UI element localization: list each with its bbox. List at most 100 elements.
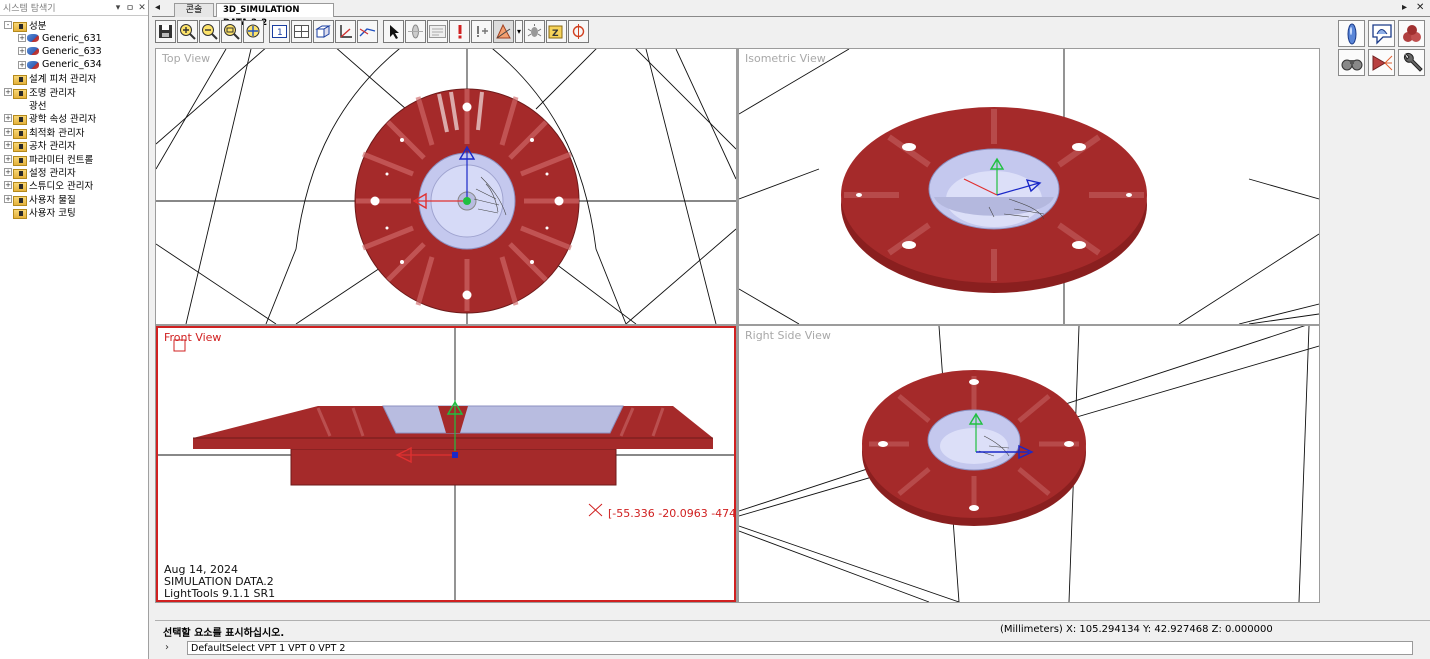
tree-item[interactable]: + 조명 관리자 <box>0 85 148 99</box>
front-view-label: Front View <box>164 331 222 344</box>
folder-icon <box>13 20 27 32</box>
expand-icon[interactable]: + <box>4 167 12 176</box>
surface-tool-icon[interactable] <box>1368 20 1395 47</box>
tree-item[interactable]: + Generic_631 <box>0 31 148 44</box>
explorer-titlebar: 시스템 탐색기 ▾ ㅁ ✕ <box>0 0 148 16</box>
tree-item-label: Generic_634 <box>42 59 102 71</box>
isometric-view-viewport[interactable]: Isometric View <box>739 49 1319 324</box>
tab-scroll-left-icon[interactable]: ◂ <box>155 2 160 13</box>
folder-icon <box>13 194 27 206</box>
error-icon[interactable] <box>449 20 470 43</box>
part-icon <box>27 34 39 43</box>
expand-icon[interactable]: + <box>18 60 26 69</box>
expand-icon[interactable]: + <box>4 114 12 123</box>
tree-item[interactable]: + Generic_633 <box>0 45 148 58</box>
zoom-window-icon[interactable] <box>221 20 242 43</box>
save-icon[interactable] <box>155 20 176 43</box>
tree-item-label: Generic_631 <box>42 32 102 44</box>
tree-item-label: 광선 <box>29 101 47 113</box>
folder-icon <box>13 167 27 179</box>
select-arrow-icon[interactable] <box>383 20 404 43</box>
tree-item-label: 사용자 물질 <box>29 194 76 206</box>
lens-icon[interactable] <box>405 20 426 43</box>
folder-icon <box>13 73 27 86</box>
float-icon[interactable]: ㅁ <box>124 1 136 14</box>
cube-view-icon[interactable] <box>313 20 334 43</box>
tree-item[interactable]: + 사용자 물질 <box>0 192 148 206</box>
tree-item-label: 공차 관리자 <box>29 141 76 153</box>
isometric-view-canvas <box>739 49 1319 324</box>
view-1-icon[interactable]: 1 <box>269 20 290 43</box>
viewport-area: Top View Isometric View Front View [-55.… <box>155 48 1320 603</box>
tab-scroll-right-icon[interactable]: ▸ <box>1402 2 1407 13</box>
isometric-view-label: Isometric View <box>745 52 826 65</box>
insert-icon[interactable] <box>471 20 492 43</box>
expand-icon[interactable]: + <box>4 127 12 136</box>
collapse-icon[interactable]: - <box>4 20 12 29</box>
solid-tool-icon[interactable] <box>1398 20 1425 47</box>
tree-item[interactable]: 광선 <box>0 98 148 113</box>
tree-item-label: 파라미터 컨트롤 <box>29 154 94 166</box>
expand-icon[interactable]: + <box>4 154 12 163</box>
ray-path-icon[interactable] <box>357 20 378 43</box>
tree-item-label: 설정 관리자 <box>29 168 76 179</box>
explorer-title: 시스템 탐색기 <box>3 4 56 14</box>
zoom-out-icon[interactable] <box>199 20 220 43</box>
right-side-view-canvas <box>739 326 1319 602</box>
expand-icon[interactable]: + <box>4 141 12 150</box>
tab-close-icon[interactable]: ✕ <box>1416 2 1424 13</box>
tab-3d-simulation[interactable]: 3D_SIMULATION DATA.2_2 <box>216 3 334 28</box>
zoom-in-icon[interactable] <box>177 20 198 43</box>
tree-item-label: 사용자 코팅 <box>29 208 76 220</box>
document-tabstrip: ◂ 콘솔 3D_SIMULATION DATA.2_2 ▸ ✕ <box>152 2 1430 28</box>
tree-item[interactable]: 사용자 코팅 <box>0 205 148 220</box>
tree-item[interactable]: 설계 피처 관리자 <box>0 72 148 85</box>
tree-item[interactable]: + 설정 관리자 <box>0 165 148 179</box>
status-prompt: 선택할 요소를 표시하십시오. <box>163 628 285 639</box>
zip-icon[interactable]: Z <box>546 20 567 43</box>
folder-icon <box>13 127 27 139</box>
expand-icon[interactable]: + <box>18 34 26 43</box>
top-view-canvas <box>156 49 736 324</box>
wrench-icon[interactable] <box>1398 49 1425 76</box>
close-icon[interactable]: ✕ <box>136 3 148 13</box>
tree-item-label: 최적화 관리자 <box>29 127 85 139</box>
tree-item[interactable]: + 광학 속성 관리자 <box>0 112 148 125</box>
tab-console[interactable]: 콘솔 <box>174 3 214 17</box>
expand-icon[interactable]: + <box>4 87 12 96</box>
svg-text:Z: Z <box>552 29 559 39</box>
pin-dropdown-icon[interactable]: ▾ <box>112 3 124 13</box>
tree-item[interactable]: + 스튜디오 관리자 <box>0 179 148 192</box>
command-arrow-icon: › <box>165 642 169 653</box>
filter-icon[interactable] <box>493 20 514 43</box>
split-view-icon[interactable] <box>291 20 312 43</box>
view-toolbar: 1 ▾ Z <box>155 20 589 46</box>
lens-tool-icon[interactable] <box>1338 20 1365 47</box>
zoom-fit-icon[interactable] <box>243 20 264 43</box>
folder-icon <box>13 154 27 166</box>
part-icon <box>27 47 39 56</box>
axis-icon[interactable] <box>335 20 356 43</box>
display-icon[interactable] <box>427 20 448 43</box>
dropdown-arrow-icon[interactable]: ▾ <box>515 20 523 43</box>
part-icon <box>27 60 39 69</box>
command-input[interactable] <box>187 641 1413 655</box>
cursor-coordinate-readout: [-55.336 -20.0963 -474.3 <box>608 507 736 520</box>
trace-icon[interactable] <box>568 20 589 43</box>
tool-palette <box>1338 20 1426 76</box>
top-view-label: Top View <box>162 52 211 65</box>
tree-item[interactable]: + Generic_634 <box>0 58 148 71</box>
tree-item[interactable]: + 파라미터 컨트롤 <box>0 152 148 166</box>
right-side-view-viewport[interactable]: Right Side View <box>739 326 1319 602</box>
top-view-viewport[interactable]: Top View <box>156 49 736 324</box>
expand-icon[interactable]: + <box>18 47 26 56</box>
tree-item[interactable]: - 성분 <box>0 18 148 32</box>
front-view-viewport[interactable]: Front View [-55.336 -20.0963 -474.3 Aug … <box>156 326 736 602</box>
tree-item[interactable]: + 공차 관리자 <box>0 139 148 152</box>
expand-icon[interactable]: + <box>4 181 12 190</box>
expand-icon[interactable]: + <box>4 194 12 203</box>
tree-item[interactable]: + 최적화 관리자 <box>0 125 148 139</box>
projector-tool-icon[interactable] <box>1368 49 1395 76</box>
binoculars-icon[interactable] <box>1338 49 1365 76</box>
bug-icon[interactable] <box>524 20 545 43</box>
